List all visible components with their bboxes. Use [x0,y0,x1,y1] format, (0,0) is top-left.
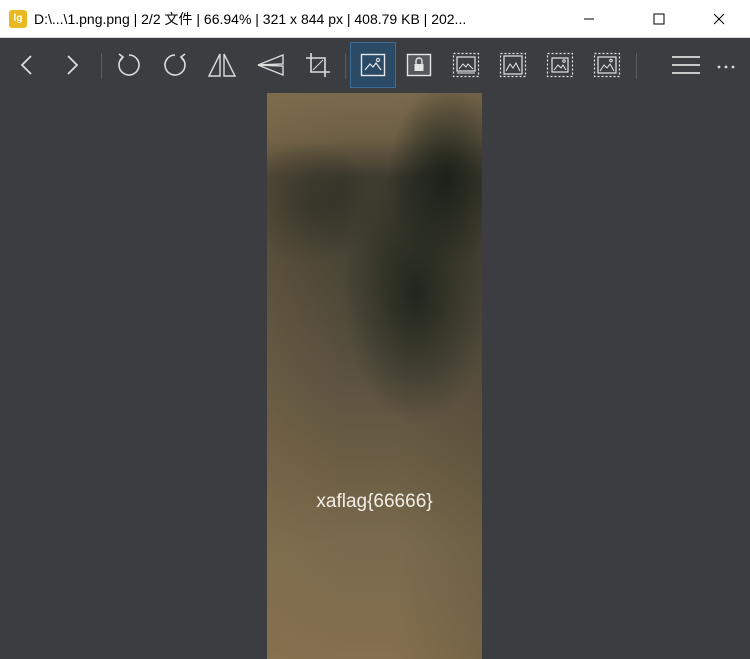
menu-icon [672,56,700,74]
toolbar [0,38,750,93]
actual-size-button[interactable] [444,43,488,87]
minimize-button[interactable] [566,0,612,37]
lock-zoom-button[interactable] [397,43,441,87]
rotate-right-button[interactable] [153,43,197,87]
image-viewport[interactable] [0,93,750,659]
rotate-right-icon [164,53,186,76]
close-icon [713,13,725,24]
maximize-button[interactable] [636,0,682,37]
fill-window-icon [593,52,621,78]
next-icon [67,55,79,75]
fit-window-button[interactable] [350,42,396,88]
prev-button[interactable] [5,43,49,87]
minimize-icon [584,18,594,19]
prev-icon [20,55,32,75]
close-button[interactable] [696,0,742,37]
fit-width-icon [499,52,527,78]
window-title: D:\...\1.png.png | 2/2 文件 | 66.94% | 321… [34,10,467,27]
menu-button[interactable] [664,43,708,87]
displayed-image [267,93,482,659]
app-icon: lg [9,9,27,28]
maximize-icon [653,13,665,24]
flip-vertical-button[interactable] [248,43,292,87]
actual-size-icon [452,52,480,78]
fit-height-button[interactable] [538,43,582,87]
more-button[interactable] [706,43,746,87]
toolbar-separator [345,53,346,79]
more-icon [717,65,735,69]
toolbar-separator [636,53,637,79]
rotate-left-button[interactable] [107,43,151,87]
image-flag-text: xaflag{66666} [316,491,433,512]
lock-zoom-icon [406,53,432,77]
flip-horizontal-button[interactable] [200,43,244,87]
rotate-left-icon [118,53,140,76]
next-button[interactable] [50,43,94,87]
title-bar: lg D:\...\1.png.png | 2/2 文件 | 66.94% | … [0,0,750,38]
app-icon-glyph: lg [13,13,23,24]
toolbar-separator [101,53,102,79]
fit-width-button[interactable] [491,43,535,87]
flip-vertical-icon [257,53,284,77]
flip-horizontal-icon [207,53,237,77]
fit-window-icon [360,53,386,77]
fit-height-icon [546,52,574,78]
crop-button[interactable] [296,43,340,87]
crop-icon [306,53,330,77]
fill-window-button[interactable] [585,43,629,87]
